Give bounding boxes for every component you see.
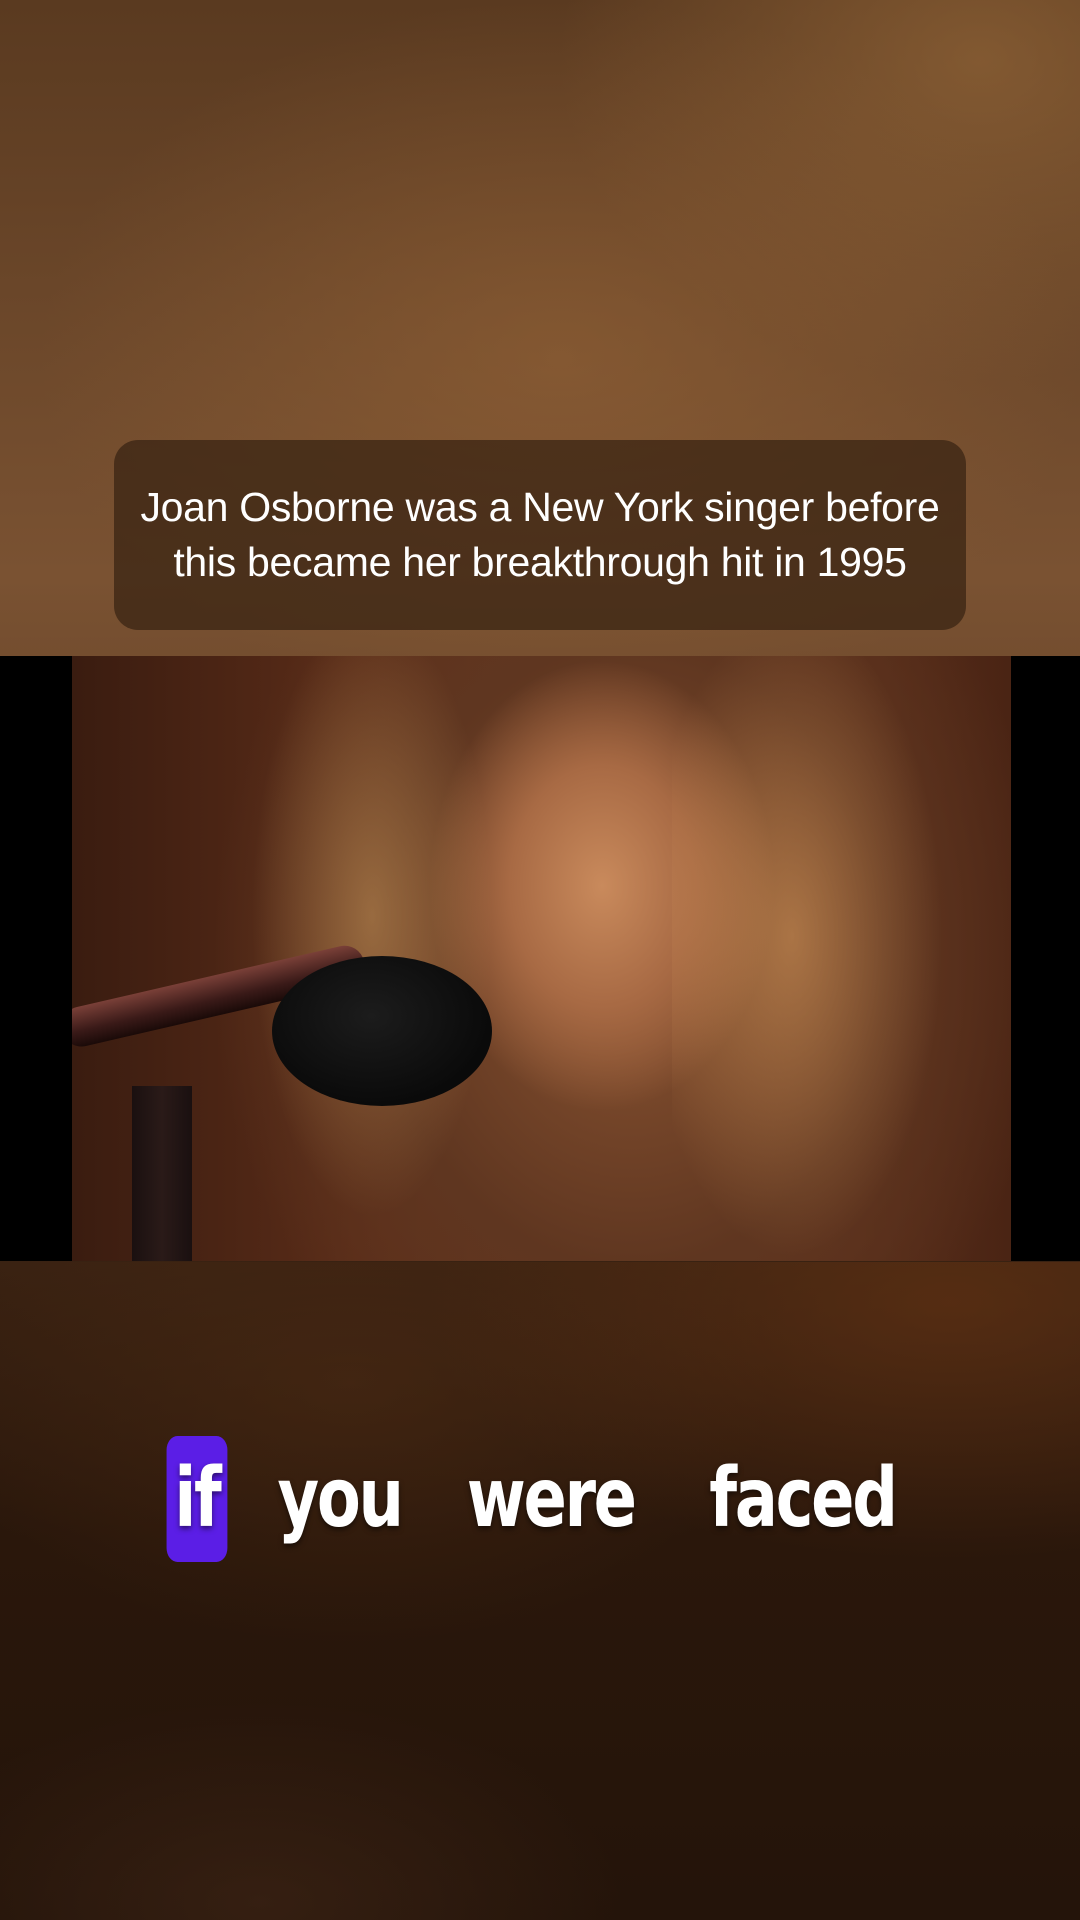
lyric-word: faced <box>709 1451 898 1546</box>
microphone-icon <box>272 956 492 1106</box>
lyric-subtitle: if you were faced <box>0 1434 1080 1564</box>
video-player[interactable] <box>72 656 1011 1261</box>
lyric-word: you <box>277 1451 404 1546</box>
caption-text: Joan Osborne was a New York singer befor… <box>140 484 940 585</box>
lyric-word: were <box>466 1451 637 1546</box>
microphone-stand <box>132 1086 192 1261</box>
singer-hair-right <box>672 656 972 1261</box>
caption-box: Joan Osborne was a New York singer befor… <box>114 440 966 630</box>
video-frame[interactable] <box>0 656 1080 1261</box>
background-glow <box>0 1262 1080 1920</box>
lyric-word-active: if <box>166 1436 228 1562</box>
